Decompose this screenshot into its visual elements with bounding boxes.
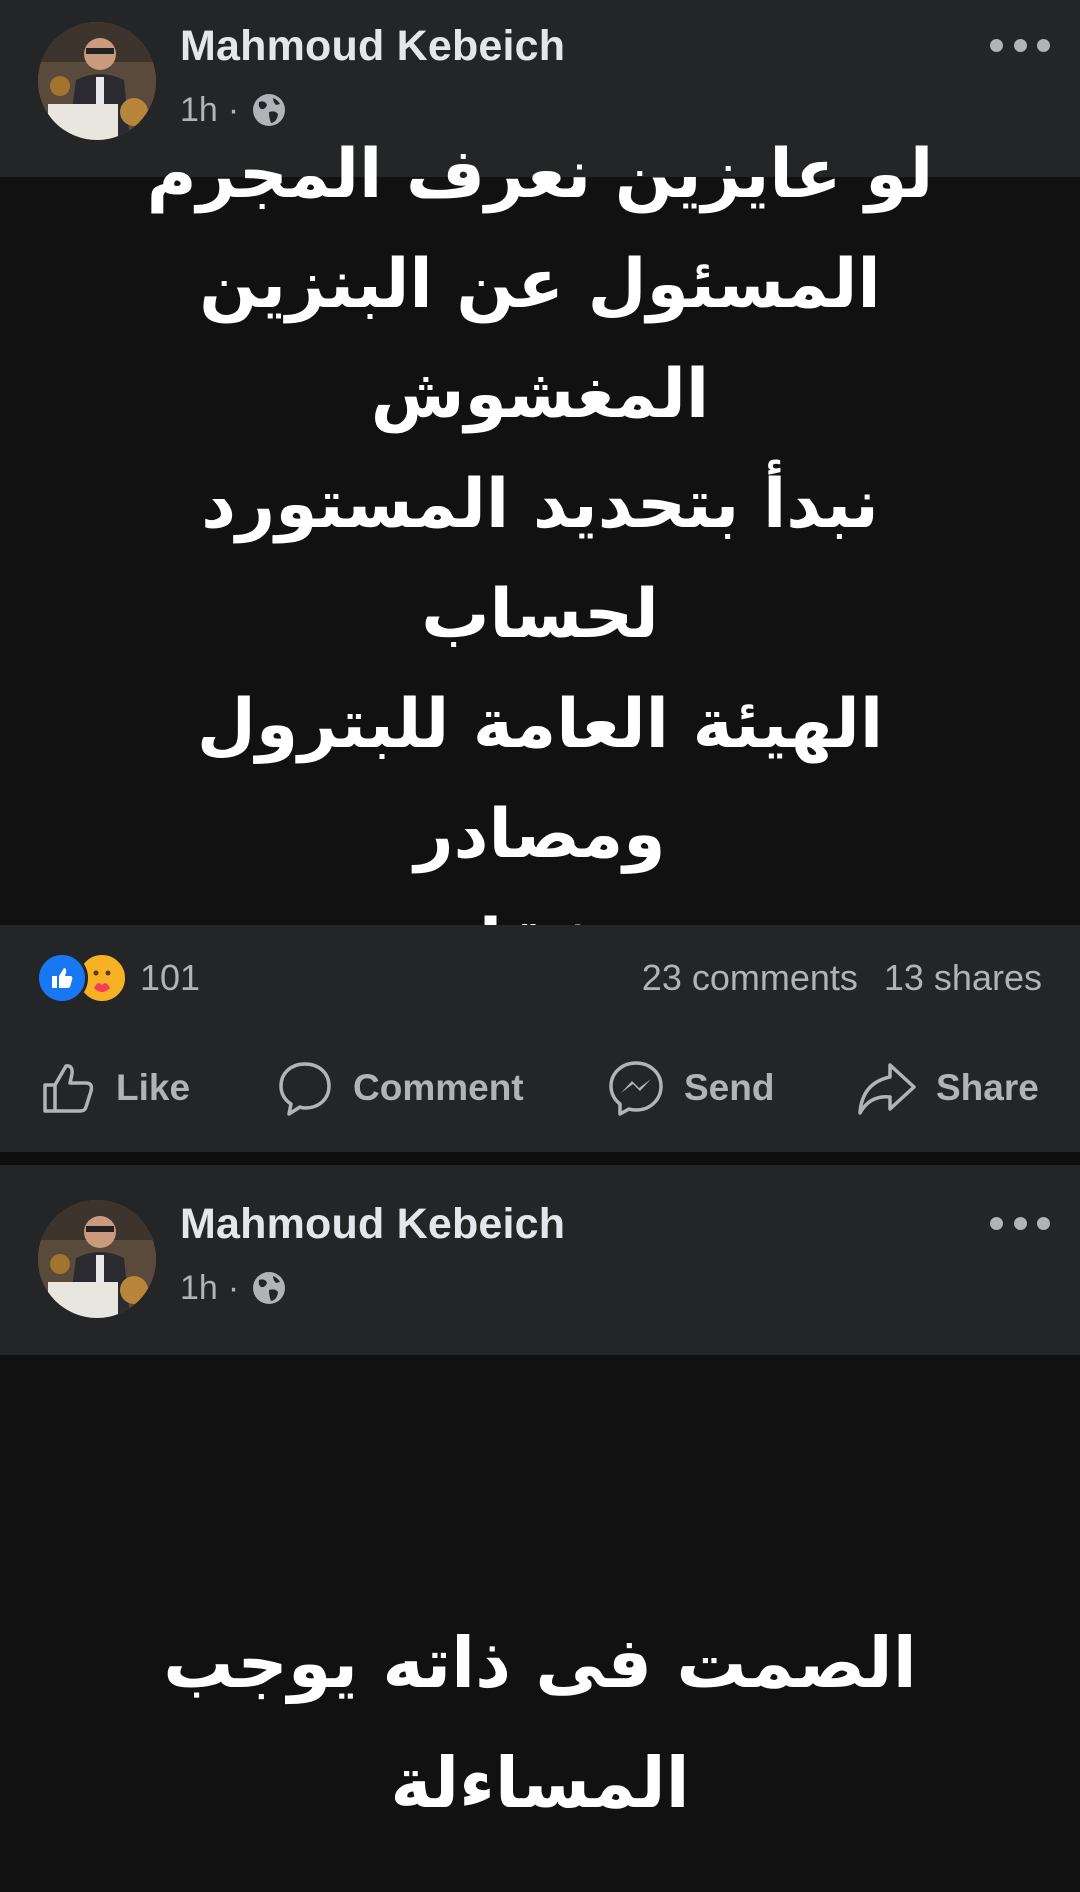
comment-label: Comment: [353, 1067, 524, 1108]
send-label: Send: [684, 1067, 775, 1108]
feed-post: Mahmoud Kebeich 1h · الصمت فى ذاته يوجب …: [0, 1165, 1080, 1892]
share-label: Share: [936, 1067, 1039, 1108]
meta-separator: ·: [227, 1268, 240, 1307]
reaction-count: 101: [140, 957, 201, 998]
post-meta: 1h ·: [180, 1266, 287, 1310]
like-icon: [43, 1064, 94, 1113]
like-button[interactable]: Like: [40, 1053, 190, 1123]
reactions-summary[interactable]: 101: [36, 952, 201, 1004]
author-name[interactable]: Mahmoud Kebeich: [180, 22, 565, 71]
like-reaction-icon: [36, 952, 88, 1004]
post-text: الصمت فى ذاته يوجب المساءلة: [163, 1622, 917, 1824]
post-content: لو عايزين نعرف المجرم المسئول عن البنزين…: [0, 135, 1080, 984]
post-time[interactable]: 1h: [180, 1269, 218, 1308]
messenger-icon: [609, 1061, 663, 1116]
engagement-counts: 23 comments 13 shares: [642, 953, 1042, 1003]
share-icon: [858, 1063, 916, 1115]
post-text: لو عايزين نعرف المجرم المسئول عن البنزين…: [146, 135, 934, 984]
avatar[interactable]: [38, 1200, 156, 1318]
post-stats: 101 23 comments 13 shares: [0, 925, 1080, 1025]
comments-count[interactable]: 23 comments: [642, 957, 858, 999]
author-name[interactable]: Mahmoud Kebeich: [180, 1200, 565, 1249]
post-separator: [0, 1152, 1080, 1165]
post-header: Mahmoud Kebeich 1h ·: [0, 1165, 1080, 1355]
post-content: الصمت فى ذاته يوجب المساءلة: [0, 1355, 1080, 1892]
shares-count[interactable]: 13 shares: [884, 957, 1042, 999]
globe-icon: [251, 1270, 287, 1306]
send-button[interactable]: Send: [606, 1053, 774, 1123]
comment-button[interactable]: Comment: [275, 1053, 524, 1123]
post-actions: Like Comment Send Share: [0, 1025, 1080, 1152]
more-options-icon[interactable]: [990, 1208, 1050, 1238]
like-label: Like: [116, 1067, 191, 1108]
share-button[interactable]: Share: [856, 1053, 1039, 1123]
news-feed: Mahmoud Kebeich 1h · لو عايزين نعرف المج…: [0, 0, 1080, 1892]
comment-icon: [279, 1062, 331, 1116]
feed-post: Mahmoud Kebeich 1h · لو عايزين نعرف المج…: [0, 0, 1080, 1165]
more-options-icon[interactable]: [990, 30, 1050, 60]
